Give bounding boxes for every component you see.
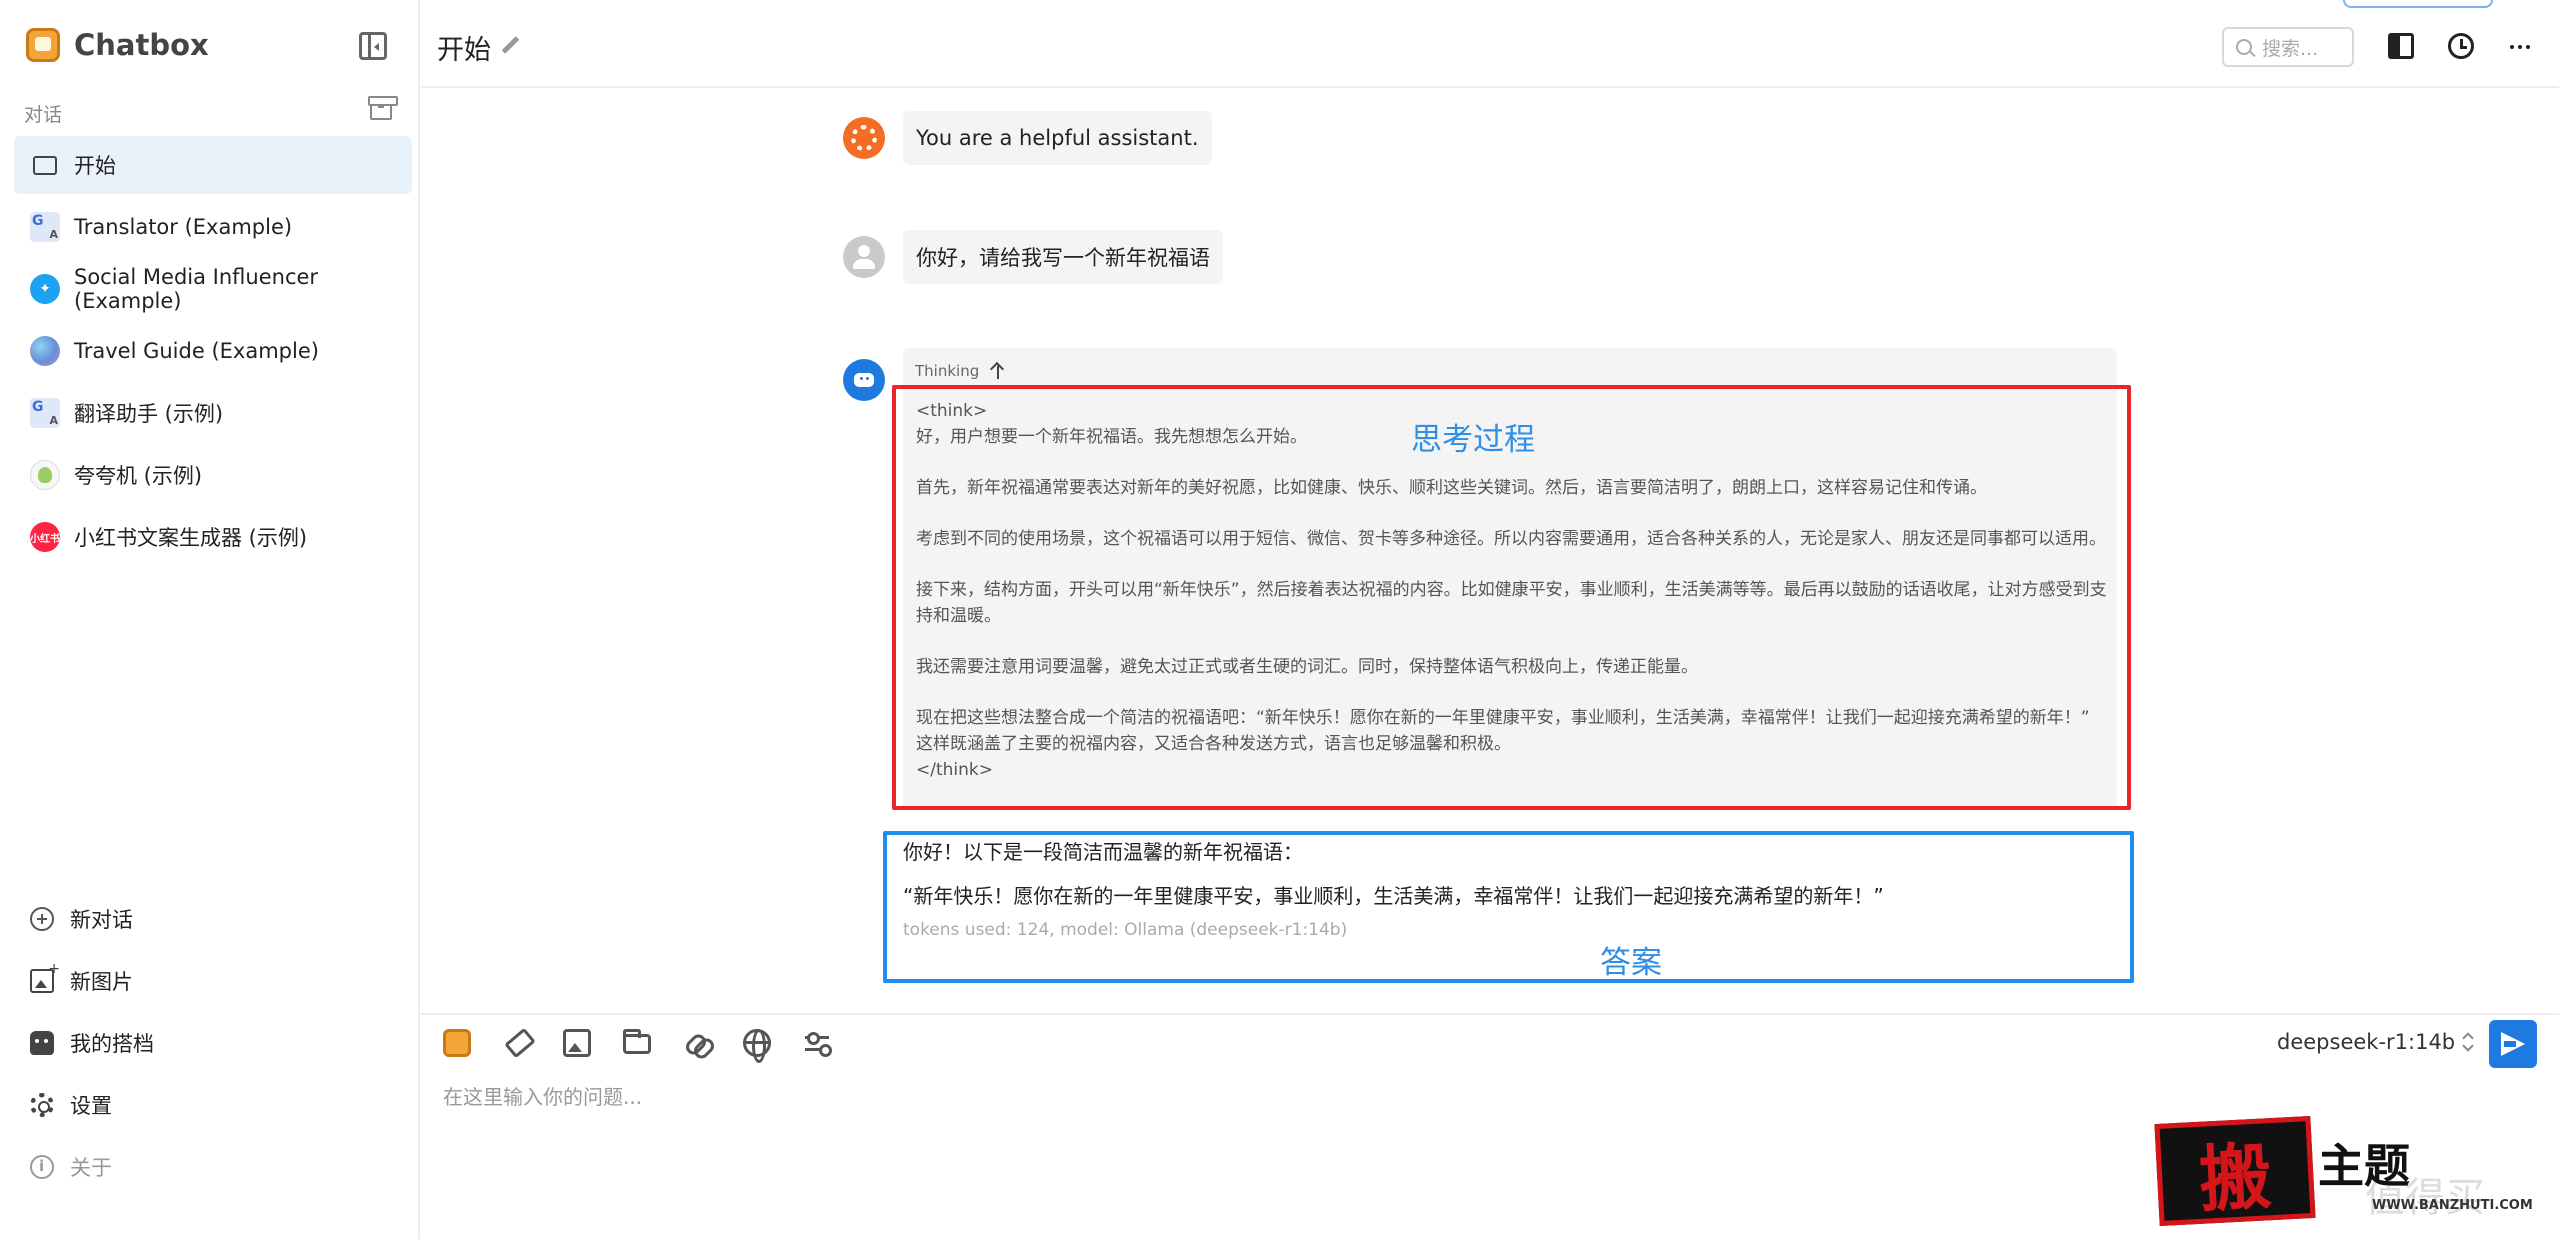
- bird-icon: [30, 460, 60, 490]
- edit-pencil-icon[interactable]: [501, 36, 519, 54]
- watermark-char: 搬: [2197, 1132, 2274, 1222]
- image-upload-icon[interactable]: [563, 1029, 591, 1057]
- more-options-icon[interactable]: [2510, 45, 2514, 49]
- system-message-text: You are a helpful assistant.: [916, 126, 1199, 150]
- new-image-button[interactable]: 新图片: [14, 950, 412, 1012]
- answer-text-line: “新年快乐！愿你在新的一年里健康平安，事业顺利，生活美满，幸福常伴！让我们一起迎…: [903, 884, 1884, 908]
- my-partner-button[interactable]: 我的搭档: [14, 1012, 412, 1074]
- history-icon[interactable]: [2448, 33, 2474, 59]
- thinking-line: 接下来，结构方面，开头可以用“新年快乐”，然后接着表达祝福的内容。比如健康平安，…: [916, 580, 2107, 626]
- conversation-label: Travel Guide (Example): [74, 339, 319, 363]
- plus-circle-icon: [30, 907, 54, 931]
- top-accent-tab: [2343, 0, 2493, 8]
- thinking-line: 现在把这些想法整合成一个简洁的祝福语吧：“新年快乐！愿你在新的一年里健康平安，事…: [916, 708, 2090, 754]
- split-view-icon[interactable]: [2388, 33, 2414, 59]
- assistant-avatar-robot-icon: [843, 359, 885, 401]
- model-name: deepseek-r1:14b: [2277, 1030, 2456, 1054]
- search-input[interactable]: 搜索...: [2222, 27, 2354, 67]
- conversation-item-xiaohongshu[interactable]: 小红书 小红书文案生成器 (示例): [14, 508, 412, 566]
- model-selector[interactable]: deepseek-r1:14b: [2277, 1030, 2473, 1054]
- answer-token-meta: tokens used: 124, model: Ollama (deepsee…: [903, 920, 1348, 940]
- sidebar: Chatbox 对话 开始 Translator (Example) Socia…: [0, 0, 420, 1239]
- xiaohongshu-icon: 小红书: [30, 522, 60, 552]
- globe-icon: [30, 336, 60, 366]
- link-icon[interactable]: [683, 1029, 711, 1057]
- thinking-line: 考虑到不同的使用场景，这个祝福语可以用于短信、微信、贺卡等多种途径。所以内容需要…: [916, 529, 2106, 549]
- thinking-annotation-caption: 思考过程: [1411, 422, 1535, 458]
- chatbox-tool-icon[interactable]: [443, 1029, 471, 1057]
- conversation-item-start[interactable]: 开始: [14, 136, 412, 194]
- conversation-label: 翻译助手 (示例): [74, 402, 224, 426]
- folder-icon[interactable]: [623, 1029, 651, 1054]
- chatbox-logo-icon: [26, 28, 60, 62]
- eraser-icon[interactable]: [503, 1029, 531, 1057]
- thinking-toggle[interactable]: Thinking: [915, 362, 1005, 380]
- info-icon: [30, 1155, 54, 1179]
- gear-icon: [30, 1093, 54, 1117]
- collapse-sidebar-icon[interactable]: [359, 32, 387, 60]
- chevron-updown-icon: [2463, 1033, 2473, 1051]
- system-avatar-gear-icon: [843, 117, 885, 159]
- chat-bubble-icon: [30, 150, 60, 180]
- watermark-logo: 搬: [2154, 1115, 2316, 1227]
- settings-button[interactable]: 设置: [14, 1074, 412, 1136]
- conversation-item-translate-helper[interactable]: 翻译助手 (示例): [14, 384, 412, 442]
- conversation-label: 开始: [74, 154, 116, 178]
- translate-icon: [30, 398, 60, 428]
- arrow-up-icon: [991, 363, 1005, 379]
- conversation-item-praise-bot[interactable]: 夸夸机 (示例): [14, 446, 412, 504]
- sliders-settings-icon[interactable]: [803, 1029, 831, 1057]
- translate-icon: [30, 212, 60, 242]
- conversation-label: Social Media Influencer (Example): [74, 265, 319, 313]
- user-message-text: 你好，请给我写一个新年祝福语: [916, 246, 1210, 270]
- new-chat-button[interactable]: 新对话: [14, 888, 412, 950]
- user-message: 你好，请给我写一个新年祝福语: [903, 230, 1223, 284]
- answer-annotation-caption: 答案: [1600, 945, 1662, 981]
- send-button[interactable]: [2489, 1020, 2537, 1068]
- conversation-label: Translator (Example): [74, 215, 293, 239]
- about-button[interactable]: 关于: [14, 1136, 412, 1198]
- conversation-list: 开始 Translator (Example) Social Media Inf…: [14, 136, 412, 570]
- app-title: Chatbox: [74, 28, 209, 62]
- watermark-text: 主题: [2318, 1139, 2410, 1193]
- system-message: You are a helpful assistant.: [903, 111, 1212, 165]
- conversation-label: 小红书文案生成器 (示例): [74, 526, 308, 550]
- robot-icon: [30, 1031, 54, 1055]
- thinking-line: 首先，新年祝福通常要表达对新年的美好祝愿，比如健康、快乐、顺利这些关键词。然后，…: [916, 478, 1987, 498]
- answer-text-line: 你好！以下是一段简洁而温馨的新年祝福语：: [903, 840, 1303, 864]
- thinking-line: 我还需要注意用词要温馨，避免太过正式或者生硬的词汇。同时，保持整体语气积极向上，…: [916, 657, 1698, 677]
- my-partner-label: 我的搭档: [70, 1032, 154, 1056]
- conversations-section-label: 对话: [24, 104, 63, 126]
- sidebar-bottom-menu: 新对话 新图片 我的搭档 设置 关于: [14, 888, 412, 1198]
- new-chat-label: 新对话: [70, 908, 133, 932]
- conversation-item-social-media[interactable]: Social Media Influencer (Example): [14, 260, 412, 318]
- conversation-label: 夸夸机 (示例): [74, 464, 203, 488]
- watermark-url: WWW.BANZHUTI.COM: [2372, 1198, 2533, 1213]
- conversation-item-translator[interactable]: Translator (Example): [14, 198, 412, 256]
- thinking-line: </think>: [916, 760, 993, 780]
- image-add-icon: [30, 961, 60, 993]
- user-avatar-icon: [843, 236, 885, 278]
- new-image-label: 新图片: [70, 970, 133, 994]
- page-title: 开始: [437, 35, 491, 66]
- search-placeholder: 搜索...: [2262, 37, 2319, 60]
- conversation-item-travel-guide[interactable]: Travel Guide (Example): [14, 322, 412, 380]
- prompt-input[interactable]: [443, 1080, 2243, 1114]
- about-label: 关于: [70, 1156, 112, 1180]
- settings-label: 设置: [70, 1094, 112, 1118]
- brand: Chatbox: [26, 28, 209, 62]
- chat-header: 开始 搜索...: [421, 0, 2559, 88]
- twitter-icon: [30, 274, 60, 304]
- web-browse-globe-icon[interactable]: [743, 1029, 771, 1063]
- archive-icon[interactable]: [368, 96, 398, 120]
- thinking-label: Thinking: [915, 362, 980, 380]
- search-icon: [2236, 39, 2252, 55]
